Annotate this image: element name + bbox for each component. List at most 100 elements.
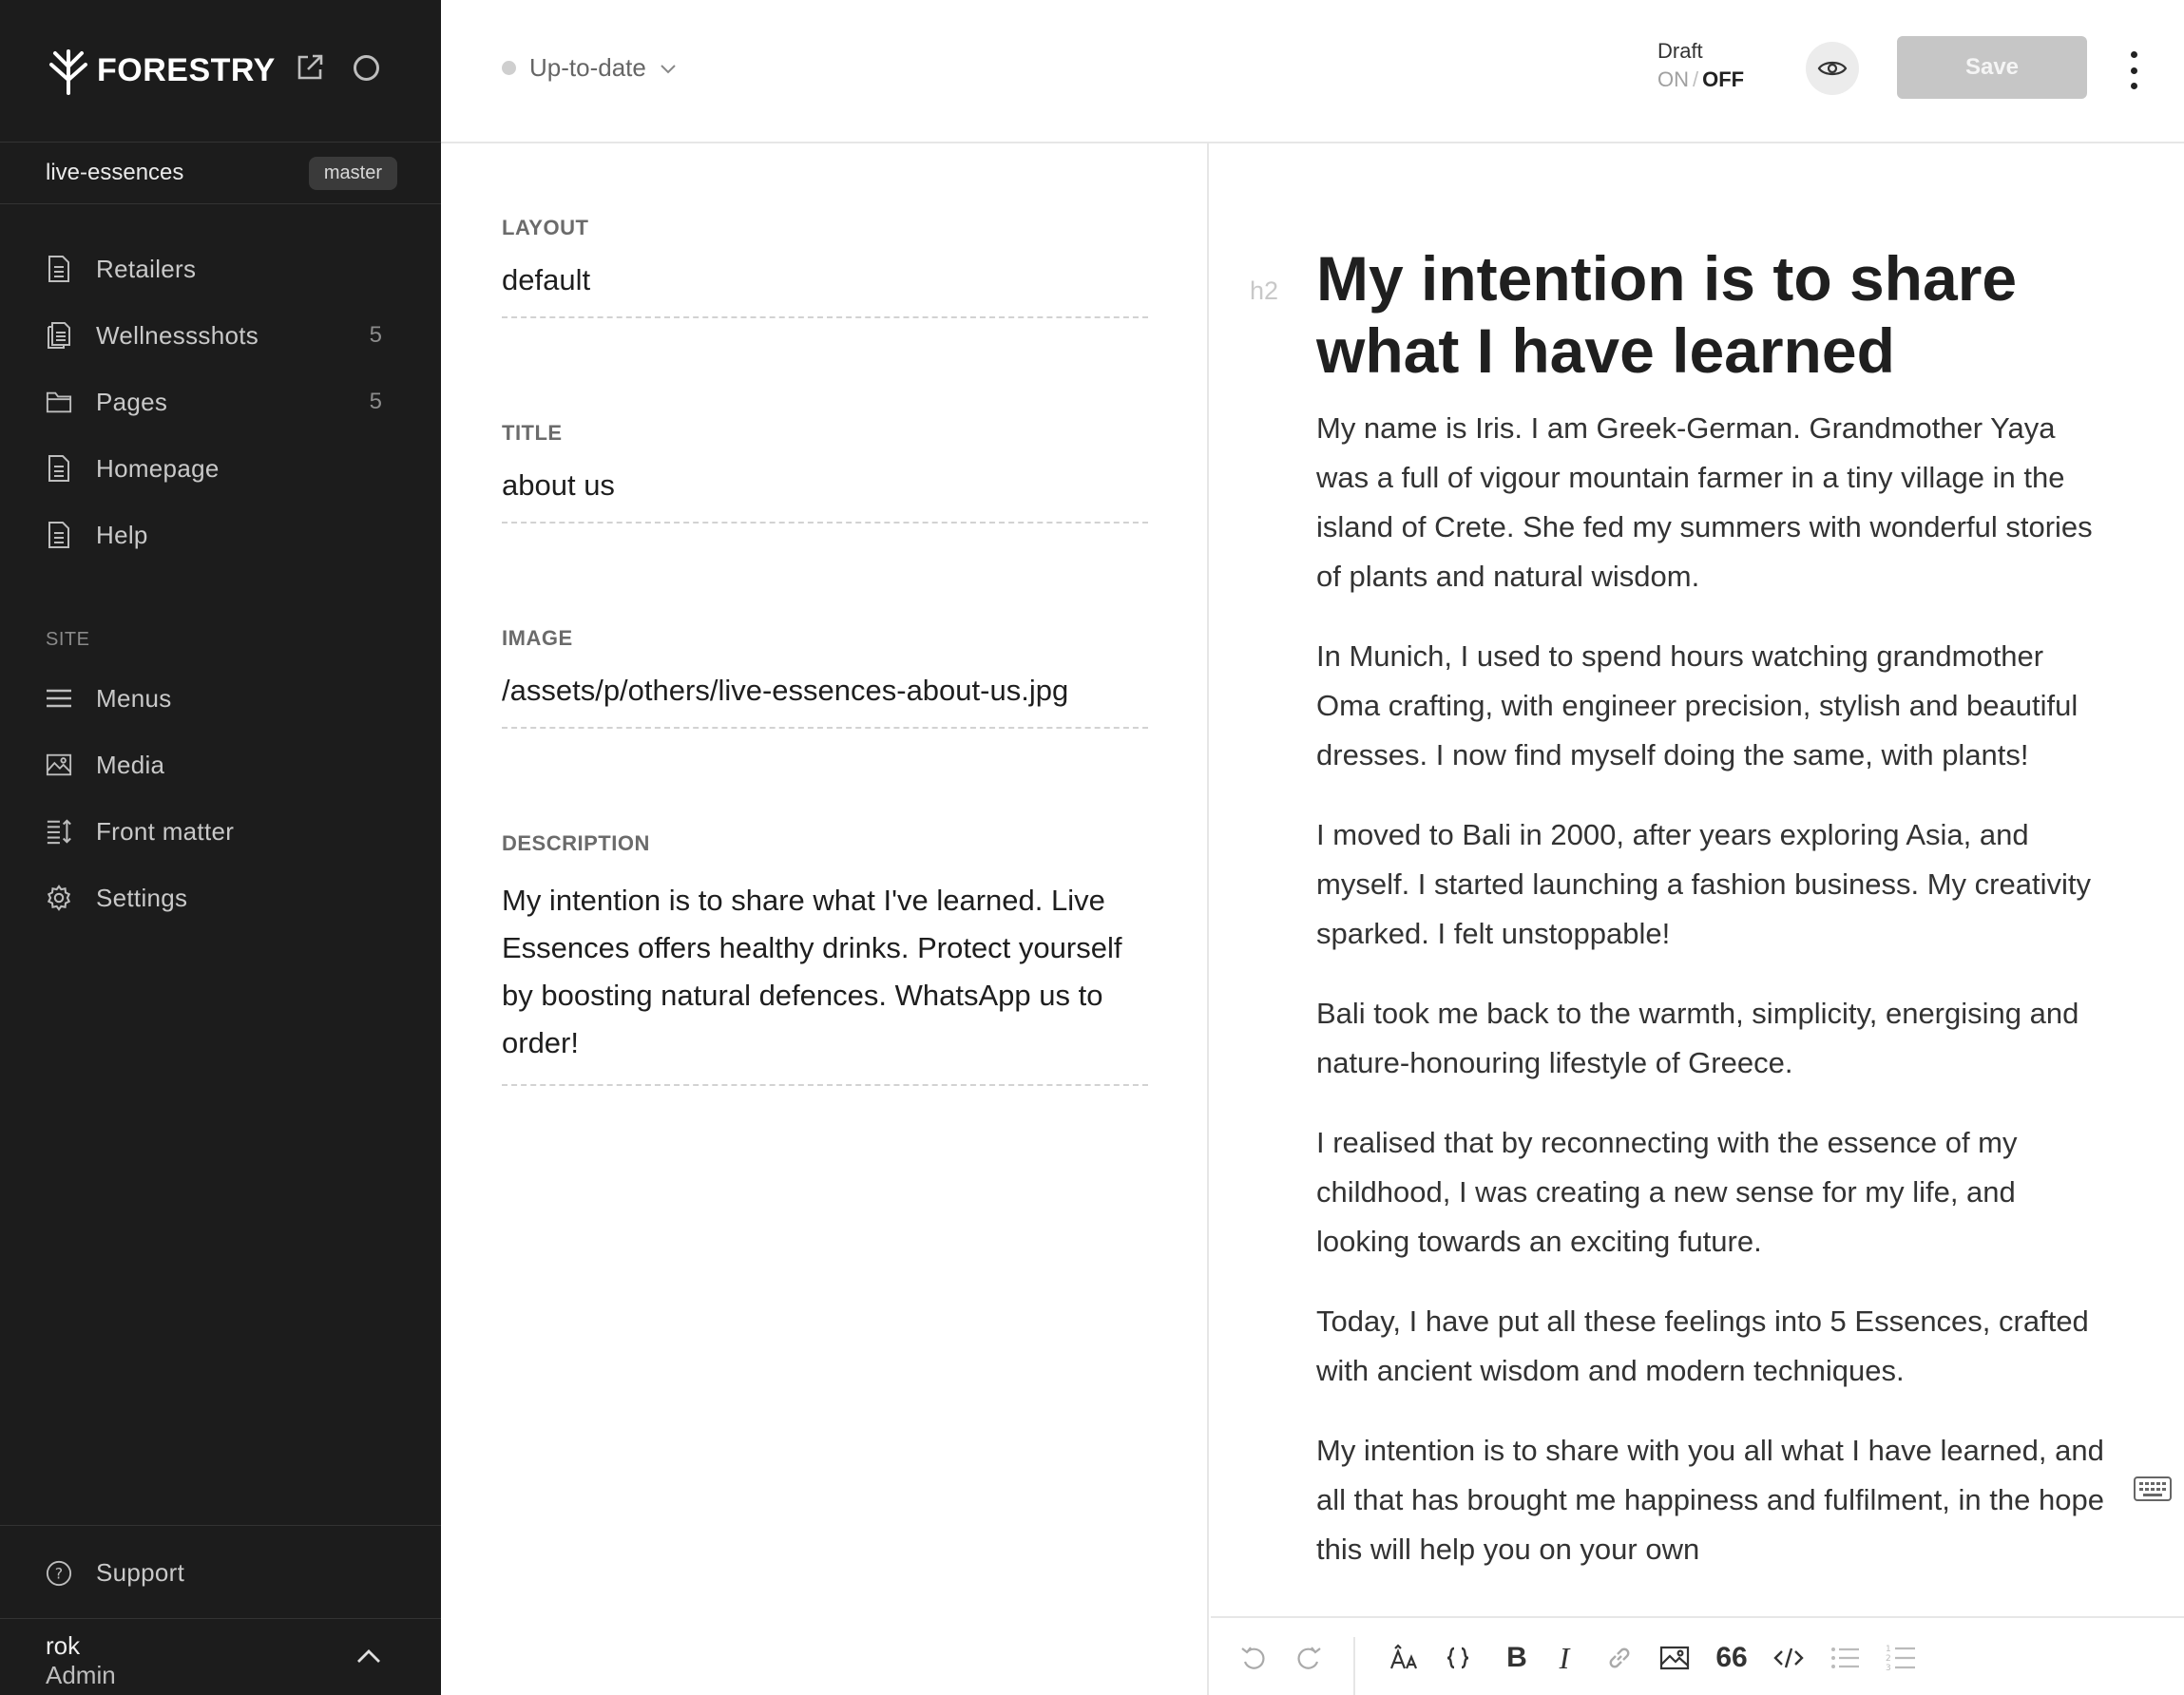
draft-toggle-state: ON / OFF bbox=[1657, 65, 1744, 95]
svg-text:2: 2 bbox=[1886, 1654, 1891, 1664]
sync-status-icon[interactable] bbox=[354, 55, 379, 81]
sidebar-item-pages[interactable]: Pages 5 bbox=[0, 369, 441, 435]
bulleted-list-icon[interactable] bbox=[1825, 1637, 1867, 1679]
gear-icon bbox=[46, 885, 72, 911]
document-icon bbox=[46, 455, 72, 482]
user-role: Admin bbox=[46, 1661, 116, 1689]
editor-content[interactable]: My intention is to share what I have lea… bbox=[1316, 242, 2105, 1605]
user-menu[interactable]: rok Admin bbox=[0, 1618, 441, 1695]
external-link-icon[interactable] bbox=[295, 52, 325, 83]
documents-icon bbox=[46, 322, 72, 349]
keyboard-icon[interactable] bbox=[2133, 1474, 2173, 1504]
sidebar-item-media[interactable]: Media bbox=[0, 732, 441, 798]
code-icon[interactable] bbox=[1768, 1637, 1810, 1679]
layout-input[interactable]: default bbox=[502, 240, 1148, 318]
content-paragraph[interactable]: I realised that by reconnecting with the… bbox=[1316, 1118, 2105, 1266]
sidebar: FORESTRY live-essences master Retailers bbox=[0, 0, 441, 1695]
front-matter-panel: LAYOUT default TITLE about us IMAGE /ass… bbox=[441, 143, 1209, 1695]
document-icon bbox=[46, 256, 72, 282]
preview-button[interactable] bbox=[1806, 42, 1859, 95]
sidebar-item-homepage[interactable]: Homepage bbox=[0, 435, 441, 502]
content-paragraph[interactable]: In Munich, I used to spend hours watchin… bbox=[1316, 632, 2105, 780]
text-size-icon[interactable] bbox=[1384, 1637, 1426, 1679]
layout-label: LAYOUT bbox=[502, 216, 589, 239]
title-input[interactable]: about us bbox=[502, 446, 1148, 524]
bold-icon[interactable]: B bbox=[1496, 1637, 1538, 1679]
document-icon bbox=[46, 522, 72, 548]
sidebar-item-settings[interactable]: Settings bbox=[0, 865, 441, 931]
content-paragraph[interactable]: Today, I have put all these feelings int… bbox=[1316, 1297, 2105, 1396]
sidebar-item-label: Retailers bbox=[96, 254, 197, 283]
status-text: Up-to-date bbox=[529, 53, 646, 82]
italic-icon[interactable]: I bbox=[1543, 1637, 1585, 1679]
folder-icon bbox=[46, 389, 72, 415]
braces-icon[interactable] bbox=[1437, 1637, 1479, 1679]
numbered-list-icon[interactable]: 123 bbox=[1880, 1637, 1922, 1679]
link-icon[interactable] bbox=[1599, 1637, 1640, 1679]
front-matter-icon bbox=[46, 818, 72, 845]
svg-text:3: 3 bbox=[1886, 1664, 1891, 1672]
sidebar-item-front-matter[interactable]: Front matter bbox=[0, 798, 441, 865]
status-dropdown[interactable]: Up-to-date bbox=[502, 53, 677, 83]
editor-toolbar: B I 66 123 bbox=[1211, 1616, 2184, 1695]
sidebar-item-menus[interactable]: Menus bbox=[0, 665, 441, 732]
repo-name: live-essences bbox=[46, 160, 184, 185]
image-input[interactable]: /assets/p/others/live-essences-about-us.… bbox=[502, 651, 1148, 729]
content-heading[interactable]: My intention is to share what I have lea… bbox=[1316, 242, 2105, 387]
sidebar-item-label: Wellnessshots bbox=[96, 320, 259, 350]
sidebar-item-retailers[interactable]: Retailers bbox=[0, 236, 441, 302]
content-nav: Retailers Wellnessshots 5 Pages 5 Homepa… bbox=[0, 236, 441, 568]
site-nav: Menus Media Front matter Settings bbox=[0, 665, 441, 931]
content-paragraph[interactable]: Bali took me back to the warmth, simplic… bbox=[1316, 989, 2105, 1088]
image-label: IMAGE bbox=[502, 626, 573, 650]
site-section-label: SITE bbox=[46, 629, 90, 650]
branch-badge[interactable]: master bbox=[308, 156, 397, 190]
eye-icon bbox=[1817, 61, 1848, 76]
chevron-down-icon bbox=[661, 64, 676, 73]
undo-icon[interactable] bbox=[1232, 1637, 1274, 1679]
sidebar-item-help[interactable]: Help bbox=[0, 502, 441, 568]
chevron-up-icon[interactable] bbox=[355, 1647, 382, 1665]
title-field: TITLE about us bbox=[502, 421, 1148, 524]
quote-icon[interactable]: 66 bbox=[1711, 1637, 1753, 1679]
content-paragraph[interactable]: I moved to Bali in 2000, after years exp… bbox=[1316, 810, 2105, 959]
support-link[interactable]: ? Support bbox=[0, 1525, 441, 1620]
brand-name: FORESTRY bbox=[97, 52, 276, 88]
sidebar-item-label: Pages bbox=[96, 387, 168, 416]
more-options-icon[interactable] bbox=[2127, 51, 2140, 89]
repo-bar[interactable]: live-essences master bbox=[0, 142, 441, 204]
markdown-editor[interactable]: h2 My intention is to share what I have … bbox=[1211, 143, 2184, 1616]
description-textarea[interactable]: My intention is to share what I've learn… bbox=[502, 856, 1148, 1086]
draft-off-label: OFF bbox=[1702, 67, 1745, 91]
svg-text:?: ? bbox=[55, 1564, 63, 1582]
sidebar-item-label: Media bbox=[96, 750, 165, 779]
draft-toggle[interactable]: Draft ON / OFF bbox=[1657, 38, 1744, 95]
sidebar-item-label: Homepage bbox=[96, 453, 220, 483]
sidebar-item-label: Front matter bbox=[96, 816, 235, 846]
sidebar-item-wellnessshots[interactable]: Wellnessshots 5 bbox=[0, 302, 441, 369]
content-paragraph[interactable]: My name is Iris. I am Greek-German. Gran… bbox=[1316, 404, 2105, 601]
image-icon bbox=[46, 752, 72, 778]
draft-on-label: ON bbox=[1657, 67, 1689, 91]
forestry-logo[interactable]: FORESTRY bbox=[46, 48, 276, 95]
sidebar-item-count: 5 bbox=[369, 389, 382, 414]
help-circle-icon: ? bbox=[46, 1560, 72, 1587]
menu-icon bbox=[46, 685, 72, 712]
user-name: rok bbox=[46, 1631, 81, 1660]
forestry-tree-icon bbox=[49, 48, 87, 95]
sidebar-item-label: Help bbox=[96, 520, 148, 549]
toolbar-divider bbox=[1353, 1637, 1355, 1695]
image-icon[interactable] bbox=[1654, 1637, 1695, 1679]
block-type-tag: h2 bbox=[1250, 276, 1279, 305]
redo-icon[interactable] bbox=[1289, 1637, 1331, 1679]
description-field: DESCRIPTION My intention is to share wha… bbox=[502, 831, 1148, 1086]
content-paragraph[interactable]: My intention is to share with you all wh… bbox=[1316, 1426, 2105, 1574]
svg-text:1: 1 bbox=[1886, 1645, 1891, 1654]
save-button[interactable]: Save bbox=[1897, 36, 2087, 99]
support-label: Support bbox=[96, 1558, 185, 1587]
sidebar-item-label: Menus bbox=[96, 683, 172, 713]
sidebar-item-label: Settings bbox=[96, 883, 188, 912]
draft-label: Draft bbox=[1657, 39, 1703, 63]
sidebar-item-count: 5 bbox=[369, 322, 382, 348]
sidebar-header: FORESTRY bbox=[0, 0, 441, 142]
